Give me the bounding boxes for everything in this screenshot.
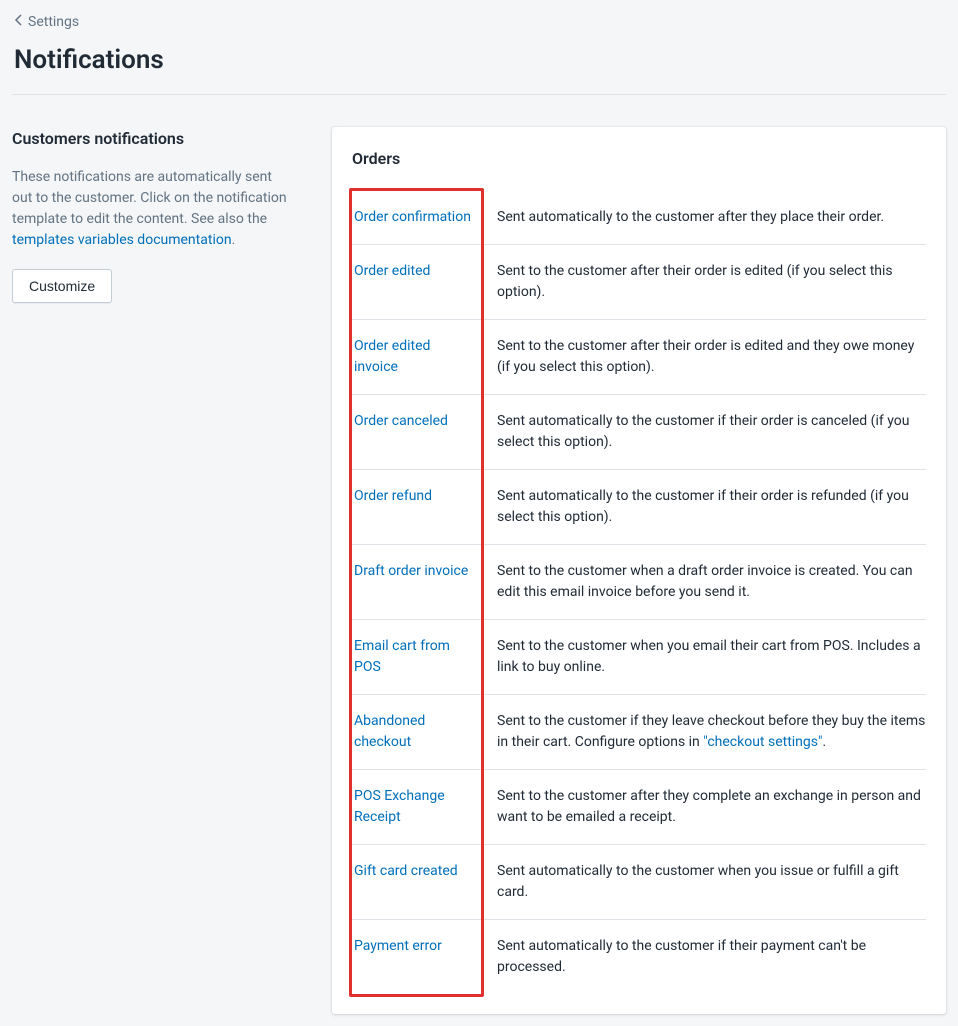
notification-description: Sent to the customer after they complete…	[485, 786, 926, 828]
sidebar: Customers notifications These notificati…	[12, 127, 312, 303]
sidebar-heading: Customers notifications	[12, 127, 292, 151]
notification-row: Gift card createdSent automatically to t…	[352, 844, 926, 919]
notification-link[interactable]: POS Exchange Receipt	[352, 786, 485, 828]
notification-row: Payment errorSent automatically to the c…	[352, 919, 926, 994]
notification-description: Sent to the customer after their order i…	[485, 336, 926, 378]
notification-link[interactable]: Payment error	[352, 936, 485, 957]
notification-description: Sent automatically to the customer if th…	[485, 936, 926, 978]
notification-row: Order edited invoiceSent to the customer…	[352, 319, 926, 394]
notification-link[interactable]: Gift card created	[352, 861, 485, 882]
notification-link[interactable]: Order edited	[352, 261, 485, 282]
notification-link[interactable]: Abandoned checkout	[352, 711, 485, 753]
card-heading: Orders	[352, 147, 926, 171]
notification-description: Sent to the customer when a draft order …	[485, 561, 926, 603]
notification-link[interactable]: Email cart from POS	[352, 636, 485, 678]
notification-link[interactable]: Order refund	[352, 486, 485, 507]
chevron-left-icon	[14, 12, 28, 33]
orders-card: Orders Order confirmationSent automatica…	[332, 127, 946, 1014]
notification-description: Sent automatically to the customer after…	[485, 207, 926, 228]
breadcrumb-back[interactable]: Settings	[12, 12, 79, 33]
checkout-settings-link[interactable]: "checkout settings"	[703, 734, 822, 750]
notification-row: Order canceledSent automatically to the …	[352, 394, 926, 469]
sidebar-desc-post: .	[232, 232, 236, 248]
customize-button[interactable]: Customize	[12, 269, 112, 303]
notification-description: Sent automatically to the customer when …	[485, 861, 926, 903]
notification-description: Sent to the customer after their order i…	[485, 261, 926, 303]
notification-desc-post: .	[823, 734, 827, 750]
notification-description: Sent automatically to the customer if th…	[485, 486, 926, 528]
notification-description: Sent to the customer if they leave check…	[485, 711, 926, 753]
notification-row: Order refundSent automatically to the cu…	[352, 469, 926, 544]
page-title: Notifications	[12, 41, 946, 80]
notification-link[interactable]: Order edited invoice	[352, 336, 485, 378]
divider	[12, 94, 946, 95]
notification-description: Sent to the customer when you email thei…	[485, 636, 926, 678]
notification-link[interactable]: Order confirmation	[352, 207, 485, 228]
sidebar-desc-text: These notifications are automatically se…	[12, 169, 287, 227]
notification-description: Sent automatically to the customer if th…	[485, 411, 926, 453]
notification-link[interactable]: Draft order invoice	[352, 561, 485, 582]
sidebar-description: These notifications are automatically se…	[12, 167, 292, 251]
breadcrumb-label: Settings	[28, 12, 79, 33]
notification-row: Email cart from POSSent to the customer …	[352, 619, 926, 694]
notification-row: Abandoned checkoutSent to the customer i…	[352, 694, 926, 769]
notification-row: Order editedSent to the customer after t…	[352, 244, 926, 319]
notification-row: POS Exchange ReceiptSent to the customer…	[352, 769, 926, 844]
notification-row: Draft order invoiceSent to the customer …	[352, 544, 926, 619]
notification-link[interactable]: Order canceled	[352, 411, 485, 432]
templates-variables-link[interactable]: templates variables documentation	[12, 232, 232, 248]
notification-row: Order confirmationSent automatically to …	[352, 191, 926, 244]
